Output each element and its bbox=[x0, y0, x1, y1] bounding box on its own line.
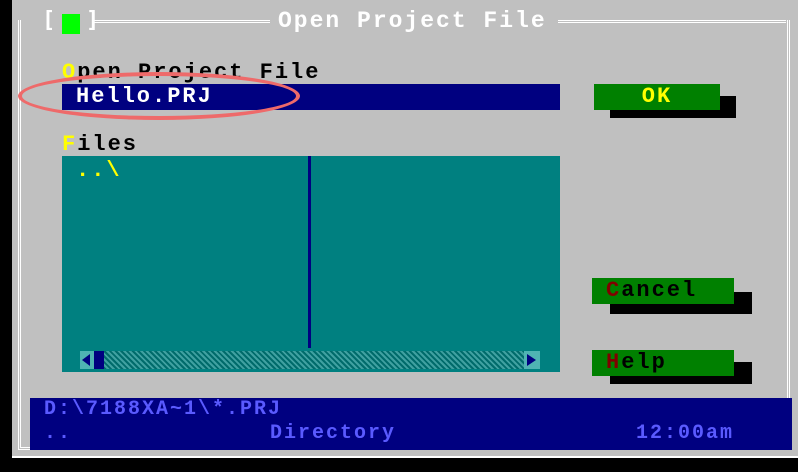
status-selected-name: .. bbox=[44, 422, 73, 445]
scroll-thumb[interactable] bbox=[94, 351, 104, 369]
files-list[interactable]: ..\ bbox=[62, 156, 560, 348]
help-button[interactable]: Help bbox=[592, 350, 734, 376]
status-path: D:\7188XA~1\*.PRJ bbox=[44, 398, 283, 421]
cancel-hotkey: C bbox=[606, 278, 622, 303]
ok-button[interactable]: OK bbox=[594, 84, 720, 110]
cancel-label: ancel bbox=[621, 278, 698, 303]
scroll-left-arrow-icon[interactable] bbox=[80, 351, 94, 369]
column-divider bbox=[308, 156, 311, 348]
status-bar: D:\7188XA~1\*.PRJ .. Directory 12:00am bbox=[30, 398, 792, 450]
scroll-track[interactable] bbox=[104, 351, 524, 369]
status-selected-type: Directory bbox=[270, 422, 397, 445]
horizontal-scrollbar[interactable] bbox=[62, 348, 560, 372]
screen: [ ] Open Project File Open Project File … bbox=[0, 0, 798, 472]
open-label-hotkey: O bbox=[62, 60, 78, 85]
cancel-button[interactable]: Cancel bbox=[592, 278, 734, 304]
status-time: 12:00am bbox=[636, 422, 735, 445]
help-hotkey: H bbox=[606, 350, 622, 375]
help-label: elp bbox=[621, 350, 667, 375]
files-label-text: iles bbox=[77, 132, 139, 157]
filename-input[interactable]: Hello.PRJ bbox=[62, 84, 560, 110]
scroll-right-arrow-icon[interactable] bbox=[524, 351, 540, 369]
open-label-text: pen Project File bbox=[77, 60, 321, 85]
list-item[interactable]: ..\ bbox=[76, 158, 122, 183]
files-label: Files bbox=[62, 132, 138, 157]
open-project-dialog: [ ] Open Project File Open Project File … bbox=[12, 0, 798, 458]
files-label-hotkey: F bbox=[62, 132, 78, 157]
open-project-file-label: Open Project File bbox=[62, 60, 320, 85]
